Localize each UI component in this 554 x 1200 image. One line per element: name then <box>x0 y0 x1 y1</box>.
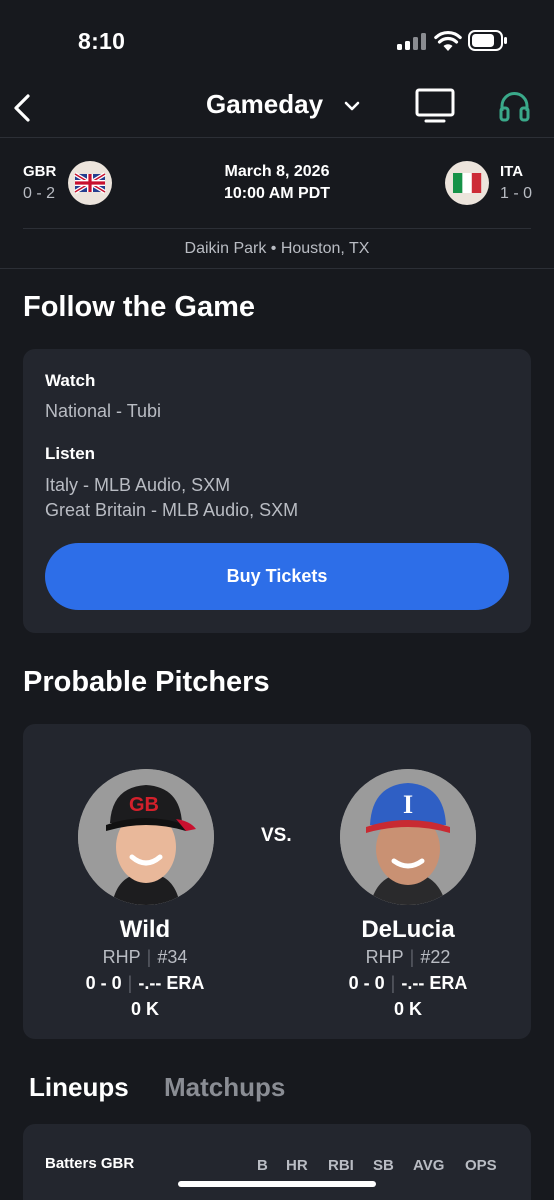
venue: Daikin Park • Houston, TX <box>184 240 370 257</box>
tab-matchups[interactable]: Matchups <box>164 1072 285 1103</box>
pitcher-stats: 0 - 0 | -.-- ERA <box>85 973 205 993</box>
pitcher-avatar[interactable]: I <box>340 769 476 905</box>
battery-icon <box>468 30 507 51</box>
listen-value: Italy - MLB Audio, SXM <box>45 475 231 495</box>
pitcher-strikeouts: 0 K <box>130 999 159 1019</box>
home-indicator[interactable] <box>178 1181 376 1187</box>
column-header: AVG <box>413 1157 445 1174</box>
follow-card: Watch National - Tubi Listen Italy - MLB… <box>23 349 531 633</box>
pitcher-strikeouts: 0 K <box>393 999 422 1019</box>
lineups-card: Batters GBR B HR RBI SB AVG OPS <box>23 1124 531 1200</box>
home-team-record: 1 - 0 <box>500 185 533 202</box>
column-header: B <box>257 1157 268 1174</box>
pitcher-position: RHP | #22 <box>365 947 451 967</box>
follow-heading: Follow the Game <box>23 291 256 323</box>
nav-bar: Gameday <box>0 80 554 138</box>
cap-logo: I <box>403 790 413 819</box>
home-team-abbr: ITA <box>500 163 524 180</box>
headphones-icon[interactable] <box>498 89 531 122</box>
wifi-icon <box>434 30 462 51</box>
pitcher-stats: 0 - 0 | -.-- ERA <box>348 973 468 993</box>
watch-label: Watch <box>45 371 96 390</box>
divider <box>0 268 554 269</box>
column-header: OPS <box>465 1157 497 1174</box>
buy-tickets-button[interactable]: Buy Tickets <box>45 543 509 610</box>
listen-label: Listen <box>45 444 96 463</box>
column-header: HR <box>286 1157 308 1174</box>
ita-flag-icon <box>445 161 489 205</box>
pitcher-avatar[interactable]: GB <box>78 769 214 905</box>
pitchers-heading: Probable Pitchers <box>23 666 270 698</box>
vs-label: VS. <box>261 825 292 846</box>
column-header: RBI <box>328 1157 354 1174</box>
tab-lineups[interactable]: Lineups <box>29 1072 129 1103</box>
column-header: SB <box>373 1157 394 1174</box>
pitchers-card: GB VS. I Wild RHP | #34 0 - 0 | -.-- ERA 0 K… <box>23 724 531 1039</box>
pitcher-position: RHP | #34 <box>102 947 188 967</box>
pitcher-name[interactable]: Wild <box>45 916 245 944</box>
chevron-down-icon[interactable] <box>343 97 361 115</box>
watch-value: National - Tubi <box>45 401 162 421</box>
batters-header: Batters GBR <box>45 1155 135 1172</box>
scoreboard: GBR 0 - 2 March 8, 2026 10:00 AM PDT ITA… <box>0 138 554 228</box>
nav-title[interactable]: Gameday <box>206 89 323 120</box>
status-time: 8:10 <box>78 28 126 54</box>
tv-icon[interactable] <box>414 88 456 124</box>
status-bar: 8:10 <box>0 0 554 80</box>
divider <box>23 228 531 229</box>
listen-value: Great Britain - MLB Audio, SXM <box>45 500 299 520</box>
cap-logo: GB <box>129 794 159 816</box>
back-chevron-icon[interactable] <box>10 90 34 126</box>
pitcher-name[interactable]: DeLucia <box>308 916 508 944</box>
signal-icon <box>397 33 427 50</box>
